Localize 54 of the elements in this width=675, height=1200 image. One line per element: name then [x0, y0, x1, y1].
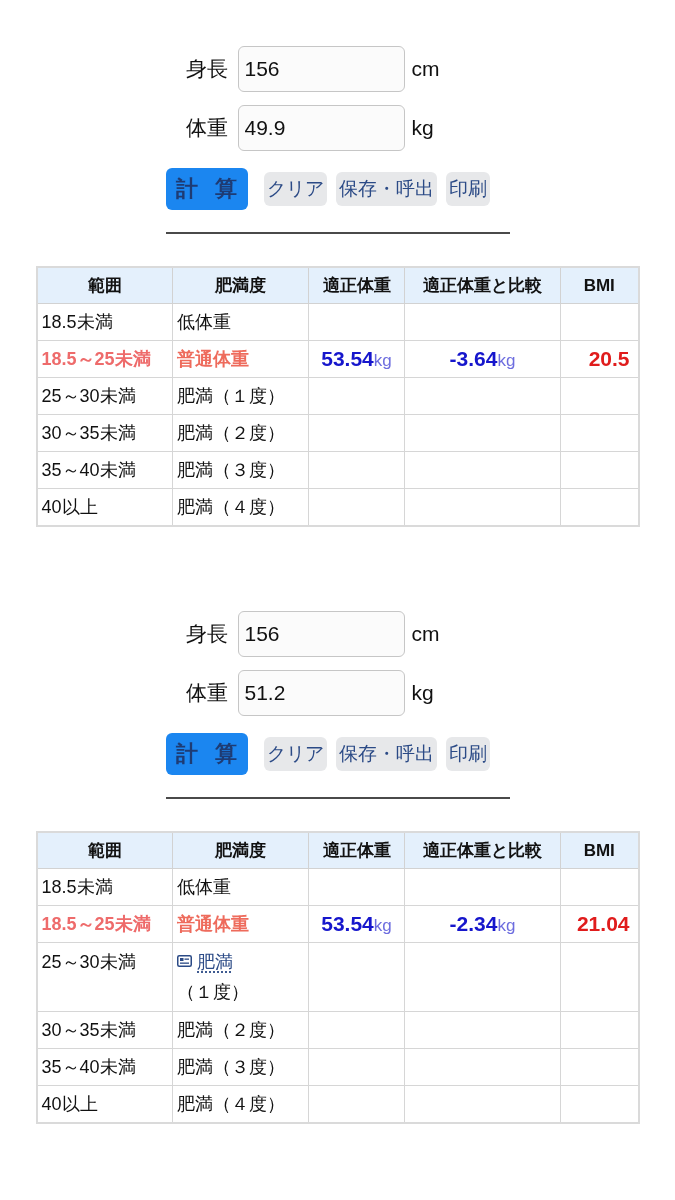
column-header: BMI — [560, 267, 639, 304]
column-header: 適正体重 — [308, 832, 405, 869]
action-button[interactable]: 保存・呼出 — [335, 737, 437, 771]
table-cell: 18.5未満 — [36, 868, 173, 906]
table-cell: 普通体重 — [172, 905, 309, 943]
column-header: 適正体重と比較 — [404, 832, 561, 869]
table-cell: 低体重 — [172, 868, 309, 906]
input-field[interactable]: 49.9 — [237, 105, 405, 151]
table-cell: 35～40未満 — [36, 1048, 173, 1086]
table-cell: 30～35未満 — [36, 1011, 173, 1049]
category-text: （１度） — [177, 982, 249, 1002]
table-cell: 25～30未満 — [36, 377, 173, 415]
action-button[interactable]: クリア — [263, 737, 327, 771]
column-header: 適正体重と比較 — [404, 267, 561, 304]
table-cell: 35～40未満 — [36, 451, 173, 489]
table-cell: 普通体重 — [172, 340, 309, 378]
column-header: 適正体重 — [308, 267, 405, 304]
table-cell: 18.5～25未満 — [36, 340, 173, 378]
table-cell: 30～35未満 — [36, 414, 173, 452]
table-cell: 肥満（３度） — [172, 451, 309, 489]
table-cell: 肥満（２度） — [172, 1011, 309, 1049]
unit-label: cm — [411, 622, 440, 646]
field-label: 身長 — [184, 56, 228, 82]
input-field[interactable]: 156 — [237, 46, 405, 92]
field-label: 体重 — [184, 680, 228, 706]
field-label: 体重 — [184, 115, 228, 141]
table-cell: 低体重 — [172, 303, 309, 341]
column-header: 肥満度 — [172, 832, 309, 869]
card-icon[interactable] — [177, 955, 192, 967]
field-label: 身長 — [184, 621, 228, 647]
table-cell: 53.54kg — [308, 905, 405, 943]
table-cell: 18.5～25未満 — [36, 905, 173, 943]
table-cell: -2.34kg — [404, 905, 561, 943]
column-header: 範囲 — [36, 832, 173, 869]
unit-label: cm — [411, 57, 440, 81]
action-button[interactable]: 印刷 — [445, 172, 490, 206]
table-cell: 肥満（２度） — [172, 414, 309, 452]
input-field[interactable]: 51.2 — [237, 670, 405, 716]
table-cell: -3.64kg — [404, 340, 561, 378]
table-cell: 肥満（１度） — [172, 377, 309, 415]
action-button[interactable]: 保存・呼出 — [335, 172, 437, 206]
table-cell: 18.5未満 — [36, 303, 173, 341]
column-header: 肥満度 — [172, 267, 309, 304]
column-header: 範囲 — [36, 267, 173, 304]
action-button[interactable]: 印刷 — [445, 737, 490, 771]
input-field[interactable]: 156 — [237, 611, 405, 657]
unit-label: kg — [411, 116, 434, 140]
unit-label: kg — [411, 681, 434, 705]
column-header: BMI — [560, 832, 639, 869]
table-cell: 肥満（３度） — [172, 1048, 309, 1086]
action-button[interactable]: クリア — [263, 172, 327, 206]
table-cell: 53.54kg — [308, 340, 405, 378]
table-cell: 25～30未満 — [36, 942, 173, 1012]
term-link[interactable]: 肥満 — [197, 952, 233, 972]
